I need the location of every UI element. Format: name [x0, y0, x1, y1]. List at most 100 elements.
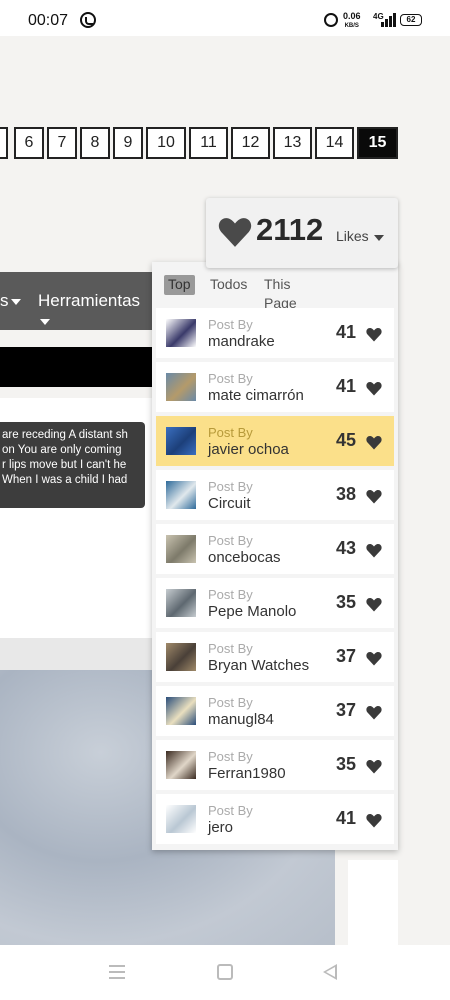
- user-name[interactable]: manugl84: [208, 711, 274, 728]
- system-nav-bar: [0, 945, 450, 1000]
- heart-icon: [366, 543, 382, 558]
- user-name[interactable]: mandrake: [208, 333, 275, 350]
- like-count: 35: [336, 754, 357, 774]
- list-item[interactable]: Post By jero 41: [156, 794, 394, 844]
- net-speed: 0.06 KB/S: [343, 12, 361, 30]
- heart-icon: [366, 705, 382, 720]
- nav-item-herramientas[interactable]: Herramientas: [38, 291, 152, 331]
- like-count: 41: [336, 322, 357, 342]
- caret-down-icon: [10, 298, 21, 305]
- avatar[interactable]: [166, 805, 196, 833]
- avatar[interactable]: [166, 535, 196, 563]
- avatar[interactable]: [166, 697, 196, 725]
- user-name[interactable]: Pepe Manolo: [208, 603, 296, 620]
- user-name[interactable]: Circuit: [208, 495, 251, 512]
- whatsapp-icon: [80, 12, 96, 28]
- like-count: 37: [336, 700, 357, 720]
- tooltip-line: When I was a child I had: [2, 474, 128, 486]
- page-button-15[interactable]: 15: [357, 127, 398, 159]
- page-button-9[interactable]: 9: [113, 127, 143, 159]
- post-by-label: Post By: [208, 371, 253, 386]
- like-count: 37: [336, 646, 357, 666]
- user-name[interactable]: Bryan Watches: [208, 657, 309, 674]
- heart-icon: [366, 813, 382, 828]
- user-name[interactable]: mate cimarrón: [208, 387, 304, 404]
- like-count: 45: [336, 430, 357, 450]
- net-speed-unit: KB/S: [344, 23, 359, 29]
- like-count: 35: [336, 592, 357, 612]
- post-by-label: Post By: [208, 641, 253, 656]
- page-button-13[interactable]: 13: [273, 127, 312, 159]
- page-button-12[interactable]: 12: [231, 127, 270, 159]
- avatar[interactable]: [166, 751, 196, 779]
- avatar[interactable]: [166, 427, 196, 455]
- caret-down-icon: [40, 318, 50, 325]
- heart-icon: [366, 327, 382, 342]
- page-button-7[interactable]: 7: [47, 127, 77, 159]
- lyrics-tooltip: are receding A distant sh on You are onl…: [0, 422, 145, 508]
- nav-item-menu[interactable]: s: [0, 291, 21, 311]
- user-name[interactable]: oncebocas: [208, 549, 281, 566]
- like-count: 38: [336, 484, 357, 504]
- user-name[interactable]: Ferran1980: [208, 765, 286, 782]
- likes-total: 2112: [256, 212, 324, 247]
- tooltip-line: are receding A distant sh: [2, 429, 128, 441]
- like-count: 41: [336, 808, 357, 828]
- nav-item-label: Herramientas: [38, 291, 141, 310]
- alarm-icon: [324, 13, 338, 27]
- list-item[interactable]: Post By Circuit 38: [156, 470, 394, 520]
- post-by-label: Post By: [208, 479, 253, 494]
- home-icon[interactable]: [217, 964, 233, 980]
- heart-icon: [366, 597, 382, 612]
- list-item[interactable]: Post By Pepe Manolo 35: [156, 578, 394, 628]
- user-name[interactable]: jero: [208, 819, 233, 836]
- status-time: 00:07: [28, 12, 69, 29]
- heart-icon: [366, 381, 382, 396]
- list-item[interactable]: Post By mate cimarrón 41: [156, 362, 394, 412]
- heart-icon: [366, 759, 382, 774]
- user-name[interactable]: javier ochoa: [208, 441, 289, 458]
- heart-icon: [366, 435, 382, 450]
- avatar[interactable]: [166, 589, 196, 617]
- avatar[interactable]: [166, 373, 196, 401]
- like-count: 41: [336, 376, 357, 396]
- tab-this-page[interactable]: This Page: [264, 275, 297, 311]
- list-item[interactable]: Post By Bryan Watches 37: [156, 632, 394, 682]
- list-item[interactable]: Post By oncebocas 43: [156, 524, 394, 574]
- likes-unit-label: Likes: [336, 228, 369, 244]
- post-by-label: Post By: [208, 533, 253, 548]
- list-item[interactable]: Post By Ferran1980 35: [156, 740, 394, 790]
- post-by-label: Post By: [208, 695, 253, 710]
- heart-icon: [366, 651, 382, 666]
- heart-icon: [366, 489, 382, 504]
- page-button-11[interactable]: 11: [189, 127, 228, 159]
- list-item[interactable]: Post By manugl84 37: [156, 686, 394, 736]
- list-item[interactable]: Post By mandrake 41: [156, 308, 394, 358]
- status-bar: 00:07 0.06 KB/S 4G 62: [0, 0, 450, 36]
- page-button-8[interactable]: 8: [80, 127, 110, 159]
- tab-todos[interactable]: Todos: [210, 275, 247, 295]
- avatar[interactable]: [166, 643, 196, 671]
- page-button-14[interactable]: 14: [315, 127, 354, 159]
- chevron-down-icon: [374, 235, 384, 241]
- likes-header[interactable]: 2112 Likes: [206, 198, 398, 268]
- header-bar: [0, 347, 152, 387]
- avatar[interactable]: [166, 319, 196, 347]
- avatar[interactable]: [166, 481, 196, 509]
- post-by-label: Post By: [208, 425, 253, 440]
- page-button-10[interactable]: 10: [146, 127, 186, 159]
- page-button-5[interactable]: 5: [0, 127, 8, 159]
- recent-apps-icon[interactable]: [109, 965, 125, 979]
- list-item[interactable]: Post By javier ochoa 45: [156, 416, 394, 466]
- post-by-label: Post By: [208, 587, 253, 602]
- tab-top[interactable]: Top: [164, 275, 195, 295]
- tooltip-line: on You are only coming: [2, 444, 122, 456]
- back-icon[interactable]: [323, 964, 337, 980]
- sidebar-block: [348, 860, 398, 945]
- page-button-6[interactable]: 6: [14, 127, 44, 159]
- likes-panel: Top Todos This Page Post By mandrake 41 Post …: [152, 262, 398, 850]
- nav-item-label: s: [0, 291, 9, 310]
- post-by-label: Post By: [208, 803, 253, 818]
- nav-bar: s Herramientas: [0, 272, 152, 330]
- post-by-label: Post By: [208, 749, 253, 764]
